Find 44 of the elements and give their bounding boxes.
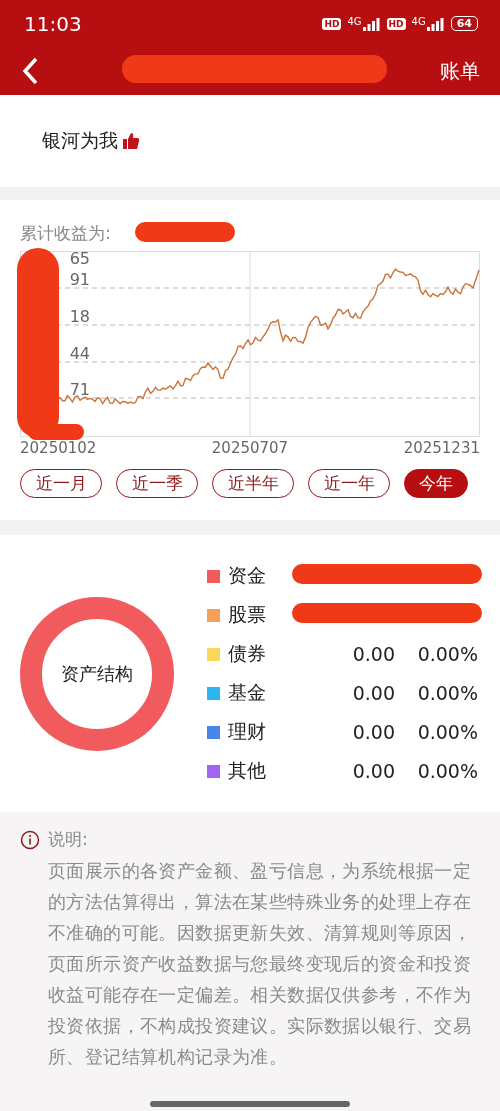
y-axis-label: 44 xyxy=(69,344,90,363)
bill-link[interactable]: 账单 xyxy=(440,57,480,85)
asset-amount: 0.00 xyxy=(351,643,395,665)
asset-name: 股票 xyxy=(228,602,267,627)
signal-icon xyxy=(362,16,381,31)
range-tab[interactable]: 今年 xyxy=(404,469,468,498)
signal-icon xyxy=(426,16,445,31)
y-axis-label: 65 xyxy=(69,251,90,268)
range-tab[interactable]: 近半年 xyxy=(212,469,294,498)
range-tab[interactable]: 近一月 xyxy=(20,469,102,498)
asset-percent: 0.00% xyxy=(416,682,478,704)
range-tab[interactable]: 近一季 xyxy=(116,469,198,498)
banner-title: 银河为我 xyxy=(42,128,118,153)
info-icon xyxy=(20,829,40,850)
hd-badge: HD xyxy=(386,17,406,30)
asset-name: 其他 xyxy=(228,758,267,783)
notice-title: 说明: xyxy=(48,828,88,851)
asset-percent: 0.00% xyxy=(416,760,478,782)
asset-percent: 0.00% xyxy=(416,643,478,665)
asset-name: 资金 xyxy=(228,563,267,588)
asset-name: 基金 xyxy=(228,680,267,705)
asset-name: 理财 xyxy=(228,719,267,744)
cumulative-return-label: 累计收益为: xyxy=(20,222,111,245)
thumbs-up-icon xyxy=(122,132,140,150)
asset-name: 债券 xyxy=(228,641,267,666)
battery-level: 64 xyxy=(450,16,478,31)
hd-badge: HD xyxy=(322,17,342,30)
y-axis-label: 91 xyxy=(69,270,90,289)
asset-amount: 0.00 xyxy=(351,760,395,782)
x-axis-label: 20250102 xyxy=(20,439,97,457)
range-tab[interactable]: 近一年 xyxy=(308,469,390,498)
status-time: 11:03 xyxy=(24,11,82,36)
asset-percent: 0.00% xyxy=(416,721,478,743)
y-axis-label: 18 xyxy=(69,307,90,326)
x-axis-label: 20251231 xyxy=(403,439,480,457)
y-axis-label: 71 xyxy=(69,380,90,399)
back-icon[interactable] xyxy=(22,57,38,85)
asset-amount: 0.00 xyxy=(351,721,395,743)
x-axis-label: 20250707 xyxy=(211,439,289,457)
asset-amount: 0.00 xyxy=(351,682,395,704)
notice-text: 页面展示的各资产金额、盈亏信息，为系统根据一定的方法估算得出，算法在某些特殊业务的处理上存在不准确的可能。因数据更新失效、清算规则等原因，页面所示资产收益数据与您最终变现后的资金和投资收益可能存在一定偏差。相关数据仅供参考，不作为投资依据，不构成投资建议。实际数据以银行、交易所、登记结算机构记录为准。 xyxy=(48,859,473,1069)
network-type: 4G xyxy=(347,16,362,27)
network-type: 4G xyxy=(411,16,426,27)
donut-label: 资产结构 xyxy=(61,661,133,686)
